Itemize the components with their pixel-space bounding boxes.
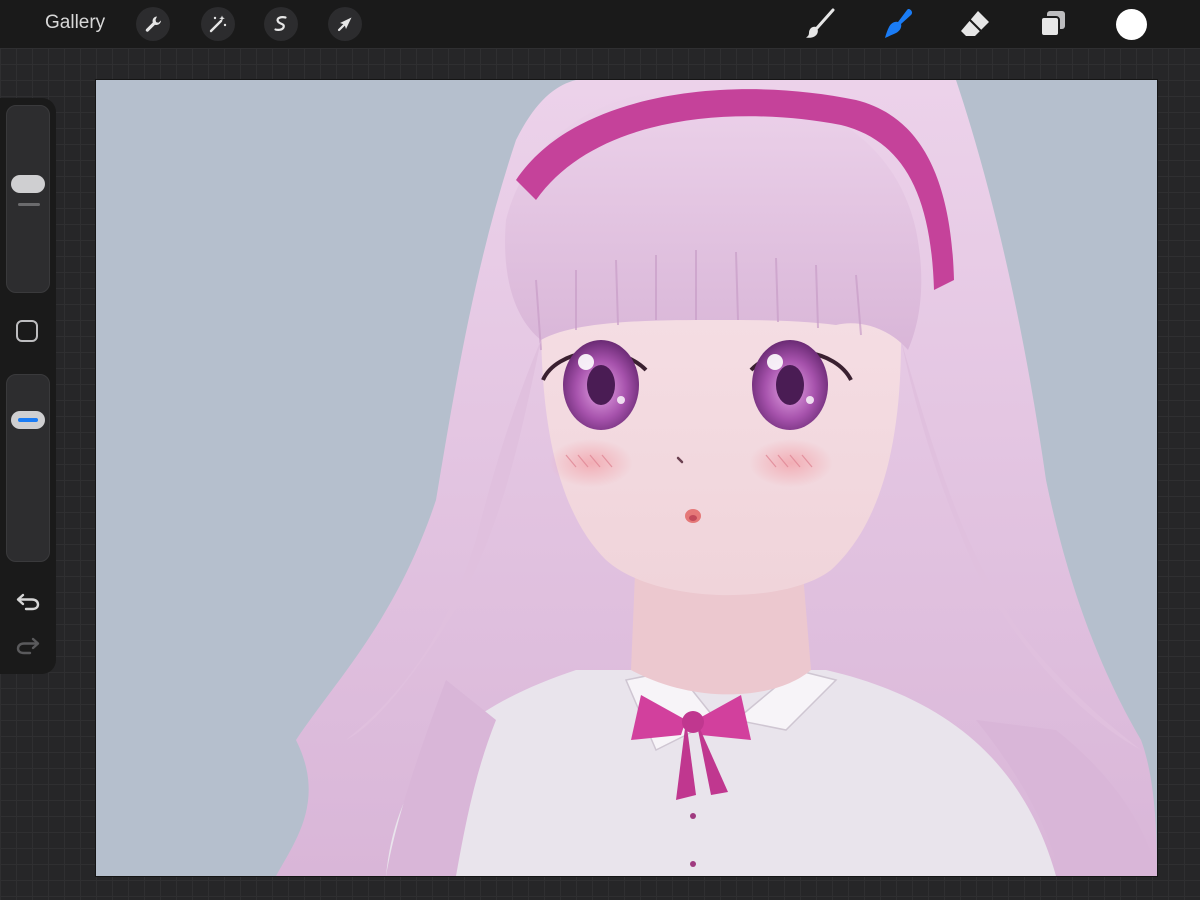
arrow-cursor-icon bbox=[337, 17, 352, 32]
undo-icon bbox=[16, 593, 40, 611]
smudge-button[interactable] bbox=[880, 6, 916, 42]
undo-button[interactable] bbox=[14, 586, 42, 614]
color-picker-button[interactable] bbox=[1116, 9, 1147, 40]
magic-wand-icon bbox=[209, 15, 227, 33]
drawing-canvas[interactable] bbox=[96, 80, 1157, 876]
eraser-button[interactable] bbox=[957, 6, 993, 42]
opacity-thumb[interactable] bbox=[11, 411, 45, 429]
brush-size-tick bbox=[18, 203, 40, 206]
actions-wrench-button[interactable] bbox=[136, 7, 170, 41]
left-sidebar bbox=[0, 98, 56, 674]
layers-icon bbox=[1040, 11, 1065, 37]
brush-size-thumb[interactable] bbox=[11, 175, 45, 193]
modify-square-button[interactable] bbox=[16, 320, 38, 342]
transform-button[interactable] bbox=[328, 7, 362, 41]
top-toolbar: Gallery bbox=[0, 0, 1200, 48]
brush-size-slider[interactable] bbox=[6, 105, 50, 293]
brush-icon bbox=[806, 8, 835, 38]
opacity-slider[interactable] bbox=[6, 374, 50, 562]
anime-girl-illustration bbox=[96, 80, 1157, 876]
adjustments-button[interactable] bbox=[201, 7, 235, 41]
selection-icon bbox=[274, 16, 287, 31]
smudge-icon bbox=[885, 9, 913, 38]
paint-brush-button[interactable] bbox=[802, 6, 838, 42]
wrench-icon bbox=[145, 16, 161, 32]
gallery-button[interactable]: Gallery bbox=[45, 12, 105, 34]
selection-button[interactable] bbox=[264, 7, 298, 41]
layers-button[interactable] bbox=[1035, 6, 1071, 42]
redo-icon bbox=[16, 637, 40, 655]
opacity-indicator bbox=[18, 418, 38, 422]
eraser-icon bbox=[961, 11, 989, 36]
redo-button[interactable] bbox=[14, 630, 42, 658]
